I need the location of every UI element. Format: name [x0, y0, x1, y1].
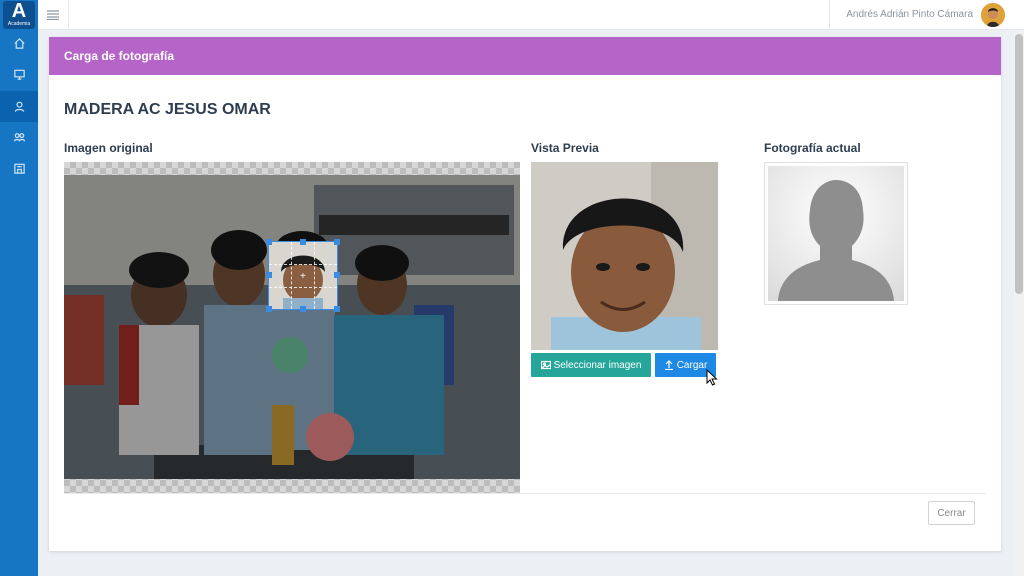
crop-selection[interactable]: +: [266, 239, 340, 312]
image-cropper[interactable]: +: [64, 162, 520, 493]
sidebar-item-school[interactable]: [0, 153, 38, 184]
photo-upload-panel: Carga de fotografía MADERA AC JESUS OMAR…: [49, 37, 1001, 551]
panel-title: Carga de fotografía: [64, 49, 175, 63]
preview-image: [531, 162, 718, 350]
original-photo: +: [64, 175, 520, 479]
sidebar-item-home[interactable]: [0, 28, 38, 59]
app-logo[interactable]: A Academia: [3, 1, 35, 29]
crop-handle[interactable]: [334, 239, 340, 245]
sidebar-item-classes[interactable]: [0, 59, 38, 90]
sidebar: A Academia: [0, 0, 38, 576]
close-button[interactable]: Cerrar: [928, 501, 975, 525]
home-icon: [13, 38, 25, 49]
image-icon: [540, 360, 551, 370]
group-icon: [13, 133, 25, 142]
user-icon: [14, 101, 24, 112]
current-photo: [764, 162, 908, 305]
user-name: Andrés Adrián Pinto Cámara: [846, 9, 973, 20]
crop-overlay: [64, 175, 520, 479]
hamburger-icon: [47, 10, 59, 20]
scrollbar-thumb[interactable]: [1015, 34, 1023, 294]
footer-divider: [64, 493, 986, 494]
crop-handle[interactable]: [266, 272, 272, 278]
logo-letter: A: [11, 0, 27, 22]
top-bar: Andrés Adrián Pinto Cámara: [38, 0, 1024, 30]
building-icon: [13, 163, 25, 174]
presentation-icon: [13, 69, 25, 80]
avatar[interactable]: [981, 3, 1005, 27]
current-photo-title: Fotografía actual: [764, 141, 861, 155]
close-label: Cerrar: [937, 507, 966, 519]
student-name: MADERA AC JESUS OMAR: [64, 101, 271, 118]
select-image-button[interactable]: Seleccionar imagen: [531, 353, 651, 377]
upload-label: Cargar: [676, 359, 708, 371]
sidebar-item-students[interactable]: [0, 91, 38, 122]
crop-handle[interactable]: [300, 306, 306, 312]
crop-handle[interactable]: [334, 306, 340, 312]
user-menu[interactable]: Andrés Adrián Pinto Cámara: [829, 0, 1024, 30]
logo-caption: Academia: [7, 21, 31, 27]
crop-handle[interactable]: [266, 239, 272, 245]
crop-center-icon: +: [300, 271, 306, 282]
mouse-cursor-icon: [706, 369, 718, 386]
profile-placeholder-icon: [768, 166, 904, 301]
page-scrollbar[interactable]: [1014, 30, 1024, 576]
menu-toggle-button[interactable]: [38, 0, 69, 30]
crop-handle[interactable]: [300, 239, 306, 245]
crop-handle[interactable]: [266, 306, 272, 312]
select-image-label: Seleccionar imagen: [553, 359, 642, 371]
sidebar-item-groups[interactable]: [0, 122, 38, 153]
panel-header: Carga de fotografía: [49, 37, 1001, 75]
original-image-title: Imagen original: [64, 141, 153, 155]
preview-title: Vista Previa: [531, 141, 599, 155]
crop-handle[interactable]: [334, 272, 340, 278]
upload-icon: [664, 360, 673, 370]
